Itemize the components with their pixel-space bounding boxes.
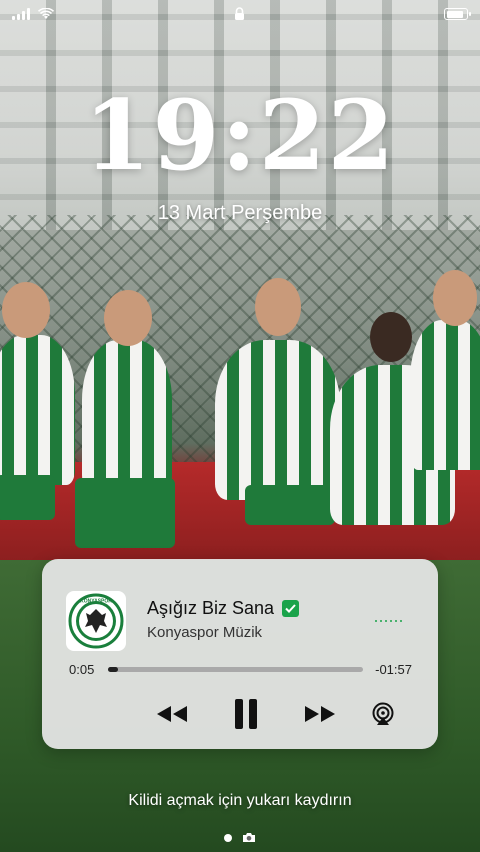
- playback-progress: [108, 667, 119, 672]
- lock-icon: [235, 7, 244, 20]
- airplay-icon: [372, 702, 394, 725]
- next-track-button[interactable]: [300, 694, 340, 734]
- camera-icon[interactable]: [242, 832, 256, 843]
- track-artist: Konyaspor Müzik: [147, 624, 263, 641]
- verified-check-icon: [282, 600, 300, 617]
- playback-controls: [42, 694, 438, 734]
- airplay-button[interactable]: [368, 694, 398, 734]
- page-dot-active: [224, 833, 232, 842]
- remaining-time: -01:57: [375, 662, 412, 677]
- cellular-signal-icon: [12, 8, 30, 20]
- battery-icon: [444, 8, 471, 20]
- elapsed-time: 0:05: [69, 662, 95, 677]
- pause-button[interactable]: [226, 694, 266, 734]
- fast-forward-icon: [305, 706, 335, 722]
- playback-scrubber[interactable]: [108, 667, 363, 672]
- lock-screen-date: 13 Mart Perşembe: [157, 202, 323, 224]
- status-left: [12, 8, 54, 20]
- page-indicator: [0, 832, 480, 843]
- track-title-text: Aşığız Biz Sana: [147, 598, 275, 618]
- rewind-icon: [157, 706, 187, 722]
- lock-screen-clock: 19:22: [83, 79, 397, 192]
- pause-icon: [235, 699, 257, 729]
- previous-track-button[interactable]: [152, 694, 192, 734]
- track-title: Aşığız Biz Sana: [147, 598, 300, 619]
- album-artwork[interactable]: KONYASPOR: [66, 591, 126, 651]
- unlock-hint: Kilidi açmak için yukarı kaydırın: [128, 792, 352, 809]
- audio-level-icon: [375, 620, 402, 622]
- now-playing-widget[interactable]: KONYASPOR Aşığız Biz Sana Konyaspor Müzi…: [42, 559, 438, 749]
- konyaspor-logo-icon: KONYASPOR: [68, 593, 124, 649]
- wifi-icon: [38, 8, 54, 19]
- svg-text:KONYASPOR: KONYASPOR: [80, 599, 112, 605]
